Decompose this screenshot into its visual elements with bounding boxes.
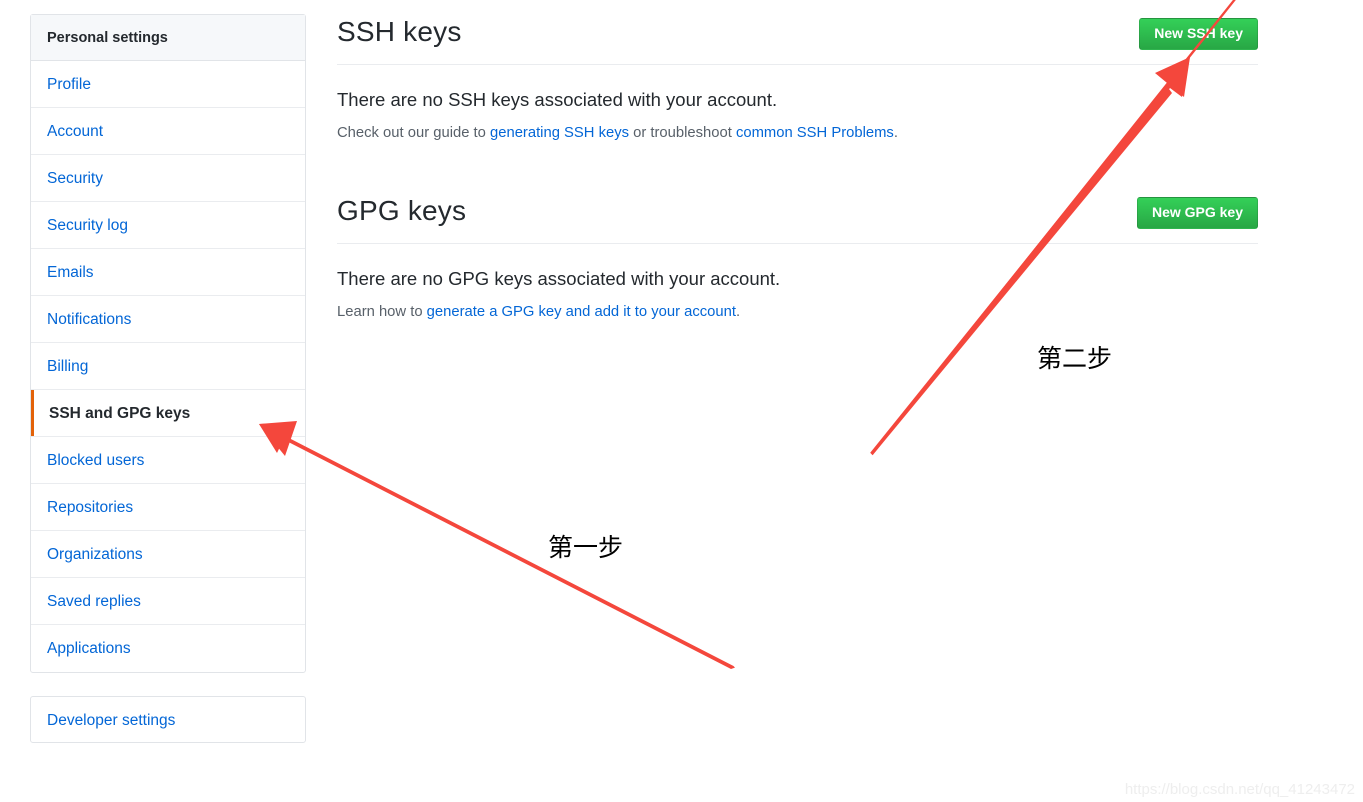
sidebar-item-organizations[interactable]: Organizations xyxy=(31,531,305,578)
sidebar-item-security-log[interactable]: Security log xyxy=(31,202,305,249)
sidebar-item-ssh-and-gpg-keys[interactable]: SSH and GPG keys xyxy=(31,390,305,437)
sidebar-item-label: Profile xyxy=(47,76,91,93)
new-ssh-key-button[interactable]: New SSH key xyxy=(1139,18,1258,51)
sidebar-item-label: Blocked users xyxy=(47,452,145,469)
arrow-to-ssh-gpg-keys-icon xyxy=(259,422,735,669)
sidebar-item-label: Repositories xyxy=(47,499,134,516)
sidebar-item-label: Security xyxy=(47,170,103,187)
sidebar-item-emails[interactable]: Emails xyxy=(31,249,305,296)
sidebar-item-notifications[interactable]: Notifications xyxy=(31,296,305,343)
sidebar-item-label: Organizations xyxy=(47,546,143,563)
sidebar-item-account[interactable]: Account xyxy=(31,108,305,155)
ssh-keys-header: SSH keys New SSH key xyxy=(337,14,1258,65)
gpg-keys-section: GPG keys New GPG key There are no GPG ke… xyxy=(337,193,1258,320)
sidebar-item-profile[interactable]: Profile xyxy=(31,61,305,108)
ssh-help-middle: or troubleshoot xyxy=(629,125,736,141)
gpg-help-suffix: . xyxy=(735,304,741,320)
annotation-step-two: 第二步 xyxy=(1037,344,1112,373)
ssh-keys-help-line: Check out our guide to generating SSH ke… xyxy=(337,125,1258,141)
gpg-keys-help-line: Learn how to generate a GPG key and add … xyxy=(337,304,1258,320)
generate-gpg-key-link[interactable]: generate a GPG key and add it to your ac… xyxy=(427,304,736,320)
ssh-help-suffix: . xyxy=(893,125,898,141)
watermark: https://blog.csdn.net/qq_41243472 xyxy=(1124,781,1355,798)
sidebar-header: Personal settings xyxy=(31,15,305,61)
sidebar-item-label: Account xyxy=(47,123,104,140)
main-content: SSH keys New SSH key There are no SSH ke… xyxy=(337,14,1258,320)
sidebar-item-label: Security log xyxy=(47,217,128,234)
sidebar-item-repositories[interactable]: Repositories xyxy=(31,484,305,531)
ssh-keys-title: SSH keys xyxy=(337,16,462,47)
sidebar-item-billing[interactable]: Billing xyxy=(31,343,305,390)
ssh-help-prefix: Check out our guide to xyxy=(337,125,490,141)
gpg-keys-empty-message: There are no GPG keys associated with yo… xyxy=(337,268,781,289)
sidebar-item-blocked-users[interactable]: Blocked users xyxy=(31,437,305,484)
sidebar-item-label: SSH and GPG keys xyxy=(49,405,191,422)
sidebar-item-label: Saved replies xyxy=(47,593,141,610)
sidebar-item-label: Notifications xyxy=(47,311,132,328)
gpg-keys-header: GPG keys New GPG key xyxy=(337,193,1258,244)
sidebar-item-label: Developer settings xyxy=(47,712,176,729)
generating-ssh-keys-link[interactable]: generating SSH keys xyxy=(490,125,629,141)
sidebar-item-label: Billing xyxy=(47,358,89,375)
sidebar-item-label: Applications xyxy=(47,640,131,657)
ssh-keys-section: SSH keys New SSH key There are no SSH ke… xyxy=(337,14,1258,141)
sidebar-item-developer-settings[interactable]: Developer settings xyxy=(30,696,306,743)
sidebar-item-applications[interactable]: Applications xyxy=(31,625,305,672)
ssh-keys-empty-message: There are no SSH keys associated with yo… xyxy=(337,89,778,110)
gpg-keys-title: GPG keys xyxy=(337,195,467,226)
annotation-step-one: 第一步 xyxy=(548,533,623,562)
common-ssh-problems-link[interactable]: common SSH Problems xyxy=(736,125,894,141)
personal-settings-sidebar: Personal settings Profile Account Securi… xyxy=(30,14,306,673)
gpg-help-prefix: Learn how to xyxy=(337,304,427,320)
sidebar-item-security[interactable]: Security xyxy=(31,155,305,202)
sidebar-item-label: Emails xyxy=(47,264,94,281)
sidebar-item-saved-replies[interactable]: Saved replies xyxy=(31,578,305,625)
new-gpg-key-button[interactable]: New GPG key xyxy=(1136,197,1258,230)
